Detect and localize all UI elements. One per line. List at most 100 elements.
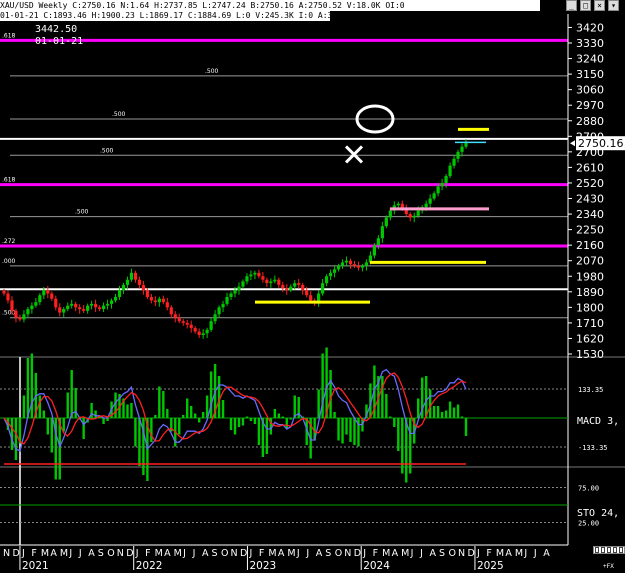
macd-line <box>3 368 467 452</box>
candle-body <box>273 279 277 282</box>
candle-body <box>209 321 213 330</box>
candle-body <box>460 146 464 152</box>
candle-body <box>269 281 273 284</box>
month-tick-label: M <box>174 548 182 559</box>
candle-body <box>221 303 225 308</box>
candle-body <box>456 151 460 159</box>
month-tick-label: F <box>31 548 36 559</box>
month-tick-label: O <box>107 548 114 559</box>
price-tick-label: 3150 <box>576 68 604 81</box>
month-tick-label: S <box>439 548 445 559</box>
month-tick-label: N <box>117 548 124 559</box>
candle-body <box>86 305 90 311</box>
candle-body <box>408 214 412 218</box>
crosshair-price-label: 3442.50 <box>35 24 78 35</box>
month-tick-label: J <box>192 548 196 559</box>
candle-body <box>18 317 22 320</box>
price-tick-label: 2430 <box>576 193 604 206</box>
month-tick-label: J <box>533 548 537 559</box>
month-tick-label: J <box>476 548 480 559</box>
candle-body <box>328 272 333 277</box>
candle-body <box>376 238 380 246</box>
candle-body <box>444 176 448 183</box>
candle-body <box>229 293 233 297</box>
candle-body <box>137 279 142 285</box>
candle-body <box>26 309 30 315</box>
year-label: 2023 <box>249 560 276 572</box>
month-tick-label: O <box>335 548 342 559</box>
candle-body <box>78 307 82 310</box>
candle-body <box>325 276 329 284</box>
candle-body <box>285 288 289 291</box>
stoch-tick-label: 25.00 <box>578 520 599 528</box>
candle-body <box>181 321 185 323</box>
month-tick-label: J <box>410 548 414 559</box>
candle-body <box>30 305 34 310</box>
price-tick-label: 3420 <box>576 21 604 34</box>
price-tick-label: 2520 <box>576 177 604 190</box>
candle-body <box>90 303 94 306</box>
candle-body <box>293 283 297 287</box>
crosshair-date-label: 01-01-21 <box>35 36 84 47</box>
candle-body <box>245 276 249 282</box>
candle-body <box>94 303 98 308</box>
candle-body <box>10 300 14 311</box>
candle-body <box>281 284 285 289</box>
year-label: 2022 <box>136 560 163 572</box>
candle-body <box>145 290 149 297</box>
price-tick-label: 1800 <box>576 301 604 314</box>
candle-body <box>14 310 18 318</box>
price-tick-label: 2970 <box>576 99 604 112</box>
fib-level-label: .500 <box>112 111 126 118</box>
candle-body <box>141 284 145 291</box>
month-tick-label: J <box>305 548 309 559</box>
fib-level-label: .618 <box>2 177 16 184</box>
candle-body <box>165 302 169 308</box>
candle-body <box>233 290 237 294</box>
candle-body <box>161 298 165 303</box>
candle-body <box>185 322 189 325</box>
candle-body <box>82 309 86 311</box>
macd-tick-label: 133.35 <box>578 386 603 394</box>
fib-level-label: .272 <box>2 238 16 245</box>
month-tick-label: F <box>259 548 264 559</box>
last-price-label: 2750.16 <box>578 137 624 150</box>
month-tick-label: M <box>155 548 163 559</box>
candle-body <box>54 298 58 308</box>
fib-level-label: .500 <box>205 68 219 75</box>
year-label: 2024 <box>363 560 390 572</box>
price-tick-label: 2340 <box>576 208 604 221</box>
candle-body <box>412 215 416 218</box>
month-tick-label: O <box>221 548 228 559</box>
footer-label: +FX <box>603 563 614 570</box>
month-tick-label: S <box>212 548 218 559</box>
candle-body <box>396 203 400 206</box>
price-tick-label: 1530 <box>576 348 604 361</box>
price-tick-label: 1710 <box>576 317 604 330</box>
candle-body <box>305 290 309 296</box>
month-tick-label: S <box>98 548 104 559</box>
candle-body <box>153 300 157 303</box>
month-tick-label: A <box>164 548 171 559</box>
month-tick-label: F <box>145 548 150 559</box>
stoch-tick-label: 75.00 <box>578 485 599 493</box>
month-tick-label: N <box>3 548 10 559</box>
month-tick-label: J <box>523 548 527 559</box>
month-tick-label: J <box>78 548 82 559</box>
month-tick-label: N <box>344 548 351 559</box>
candle-body <box>46 290 50 294</box>
price-chart[interactable]: .618.500.500.500.618.500.272.000.500 342… <box>0 0 625 573</box>
candle-body <box>42 290 46 296</box>
month-tick-label: M <box>382 548 390 559</box>
month-tick-label: A <box>88 548 95 559</box>
year-label: 2021 <box>22 560 49 572</box>
candle-body <box>2 290 6 294</box>
fib-level-label: .500 <box>100 147 114 154</box>
month-tick-label: A <box>278 548 285 559</box>
horizontal-scroll-handle[interactable] <box>593 546 625 554</box>
candle-body <box>105 303 110 306</box>
candle-body <box>452 158 456 166</box>
fib-level-label: .618 <box>2 32 16 39</box>
candle-body <box>74 303 78 308</box>
candle-body <box>416 210 420 216</box>
